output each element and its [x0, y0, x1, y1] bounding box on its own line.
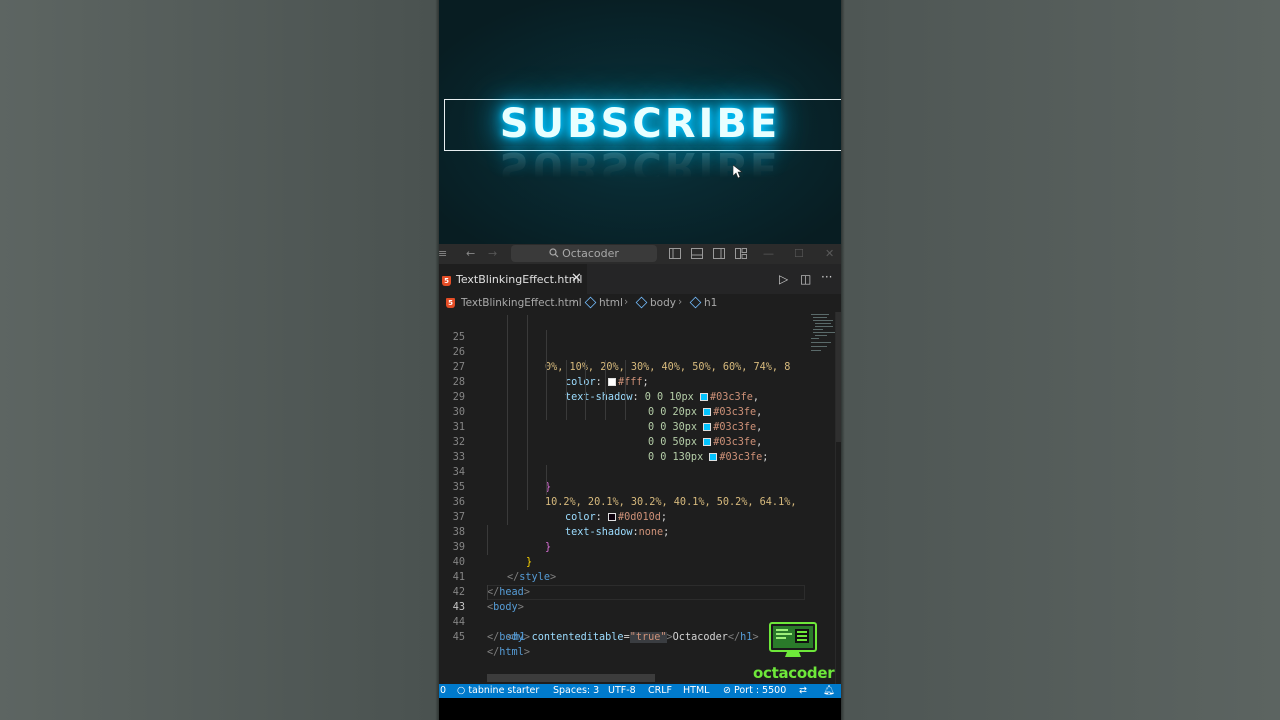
browser-preview: SUBSCRIBE SUBSCRIBE [439, 0, 841, 244]
preview-heading[interactable]: SUBSCRIBE [439, 100, 841, 148]
command-center-search[interactable]: Octacoder [511, 245, 657, 262]
status-problems[interactable]: 0 [440, 684, 446, 698]
html-tag: body [499, 632, 524, 643]
bottom-bar [439, 698, 841, 720]
status-indentation[interactable]: Spaces: 3 [553, 684, 599, 698]
code-line: 29 0 0 30px #03c3fe, [439, 375, 841, 433]
bell-icon[interactable]: 🔔︎ [823, 684, 835, 698]
search-text: Octacoder [562, 247, 619, 260]
editor-tab-bar: 5 TextBlinkingEffect.html ✕ ▷ ◫ ··· [439, 264, 841, 295]
line-number: 45 [452, 632, 465, 643]
forward-arrow-icon[interactable]: → [488, 246, 497, 262]
close-tab-icon[interactable]: ✕ [571, 271, 582, 286]
tab-label: TextBlinkingEffect.html [456, 273, 583, 286]
maximize-icon[interactable]: ☐ [794, 246, 804, 262]
tab-textblinkingeffect[interactable]: 5 TextBlinkingEffect.html ✕ [439, 264, 587, 295]
chevron-right-icon: › [678, 296, 683, 308]
toggle-panel-icon[interactable] [691, 248, 703, 264]
code-line: 35 color: #0d010d; [439, 465, 841, 523]
breadcrumb-h1[interactable]: h1 [704, 297, 717, 309]
code-line: 27 text-shadow: 0 0 10px #03c3fe, [439, 345, 841, 403]
code-line: 41 </head> [439, 555, 841, 598]
customize-layout-icon[interactable] [735, 248, 747, 264]
broadcast-icon: ⊘ [723, 685, 734, 696]
live-server-port: Port : 5500 [733, 685, 787, 696]
code-line: 25 0%, 10%, 20%, 30%, 40%, 50%, 60%, 74%… [439, 315, 841, 373]
vertical-scrollbar[interactable] [835, 312, 841, 684]
code-line-active: 43 <h1 contenteditable="true">Octacoder<… [439, 585, 841, 643]
back-arrow-icon[interactable]: ← [466, 246, 475, 262]
code-line: 39 </style> [439, 525, 841, 583]
octacoder-logo-text: octacoder [753, 664, 835, 682]
html5-file-icon: 5 [446, 298, 455, 308]
chevron-right-icon: › [624, 296, 629, 308]
code-line: 32 [439, 420, 841, 448]
menu-icon[interactable]: ≡ [439, 246, 447, 262]
status-eol[interactable]: CRLF [648, 684, 672, 698]
code-line: 30 0 0 50px #03c3fe, [439, 390, 841, 448]
close-window-icon[interactable]: ✕ [825, 246, 834, 262]
html-tag: html [499, 647, 524, 658]
chevron-right-icon: › [572, 296, 577, 308]
status-tabnine[interactable]: ○ tabnine starter [457, 684, 539, 698]
run-icon[interactable]: ▷ [779, 272, 788, 286]
breadcrumb-file[interactable]: TextBlinkingEffect.html [461, 297, 582, 309]
tabnine-icon: ○ [457, 685, 469, 696]
code-line: 33 } [439, 435, 841, 493]
code-line: 40 [439, 540, 841, 568]
phone-frame: SUBSCRIBE SUBSCRIBE ≡ ← → Octacoder — ☐ … [439, 0, 841, 720]
tabnine-label: tabnine starter [468, 685, 540, 696]
minimap[interactable] [809, 312, 837, 372]
octacoder-logo [769, 622, 817, 657]
element-icon [584, 296, 597, 309]
element-icon [689, 296, 702, 309]
breadcrumb-body[interactable]: body [650, 297, 676, 309]
code-editor[interactable]: 25 0%, 10%, 20%, 30%, 40%, 50%, 60%, 74%… [439, 312, 841, 684]
search-icon [549, 248, 559, 258]
more-actions-icon[interactable]: ··· [821, 270, 832, 284]
html5-file-icon: 5 [442, 276, 451, 286]
breadcrumb-html[interactable]: html [599, 297, 623, 309]
code-line: 36 text-shadow:none; [439, 480, 841, 538]
remote-icon[interactable]: ⇄ [799, 684, 807, 698]
breadcrumb: 5 TextBlinkingEffect.html › html › body … [439, 294, 841, 312]
code-line: 28 0 0 20px #03c3fe, [439, 360, 841, 418]
minimize-icon[interactable]: — [763, 246, 774, 262]
horizontal-scrollbar[interactable] [487, 674, 655, 682]
status-bar: 0 ○ tabnine starter Spaces: 3 UTF-8 CRLF… [439, 684, 841, 698]
toggle-secondary-sidebar-icon[interactable] [713, 248, 725, 264]
status-language[interactable]: HTML [683, 684, 709, 698]
code-line: 34 10.2%, 20.1%, 30.2%, 40.1%, 50.2%, 64… [439, 450, 841, 508]
mouse-cursor-icon [733, 165, 743, 179]
status-encoding[interactable]: UTF-8 [608, 684, 636, 698]
element-icon [635, 296, 648, 309]
split-editor-icon[interactable]: ◫ [800, 272, 811, 286]
code-line: 37 } [439, 495, 841, 553]
code-line: 38 } [439, 510, 841, 568]
toggle-primary-sidebar-icon[interactable] [669, 248, 681, 264]
code-line: 44 </body> [439, 600, 841, 643]
title-bar: ≡ ← → Octacoder — ☐ ✕ [439, 244, 841, 264]
preview-heading-reflection: SUBSCRIBE [499, 143, 781, 189]
scrollbar-thumb[interactable] [836, 312, 841, 442]
code-line: 26 color: #fff; [439, 330, 841, 388]
code-line: 31 0 0 130px #03c3fe; [439, 405, 841, 463]
status-live-server[interactable]: ⊘ Port : 5500 [723, 684, 786, 698]
code-line: 42 <body> [439, 570, 841, 613]
